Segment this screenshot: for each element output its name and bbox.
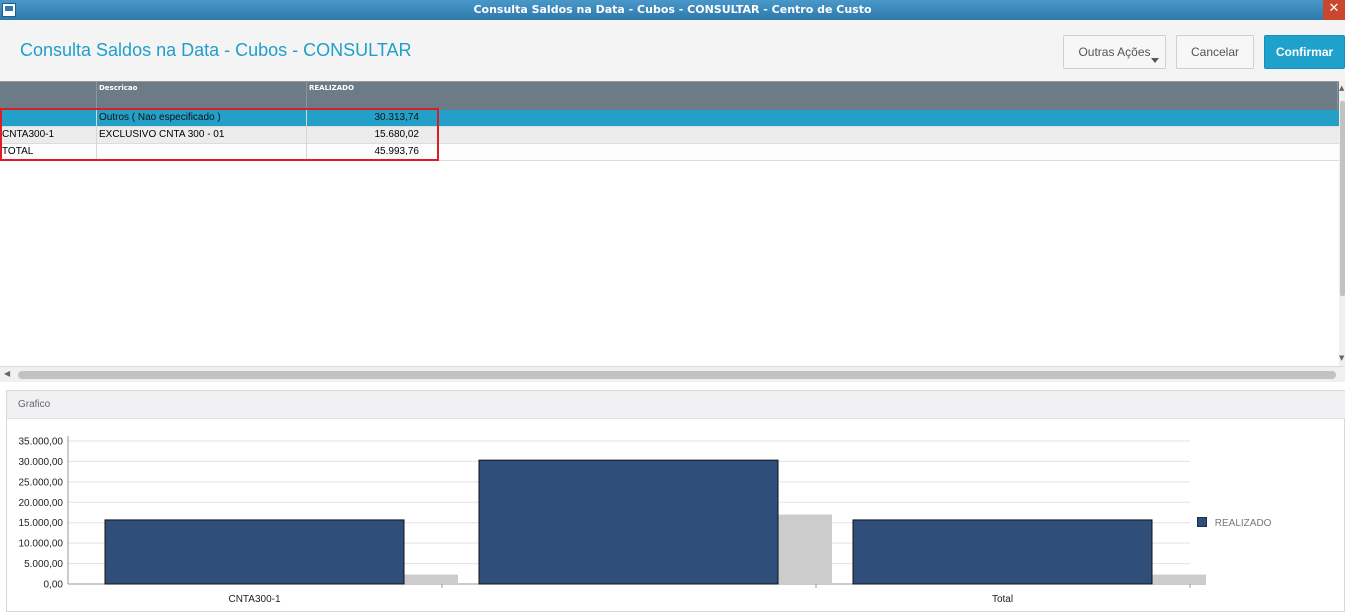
y-tick-label: 5.000,00 <box>24 559 63 570</box>
y-tick-label: 15.000,00 <box>19 518 64 529</box>
x-tick-label: CNTA300-1 <box>228 594 280 605</box>
chart-legend: REALIZADO <box>1197 517 1271 529</box>
bar-shadow <box>404 574 458 584</box>
y-tick-label: 35.000,00 <box>19 437 64 448</box>
y-tick-label: 0,00 <box>44 580 64 591</box>
bar-shadow <box>778 514 832 584</box>
bar-shadow <box>1152 574 1206 584</box>
bar <box>478 459 779 585</box>
bar-chart: 0,00 5.000,00 10.000,00 15.000,00 20.000,00 2… <box>19 436 1206 605</box>
legend-swatch <box>1197 517 1207 527</box>
bar <box>104 519 405 585</box>
y-tick-label: 30.000,00 <box>19 457 64 468</box>
y-tick-label: 25.000,00 <box>19 477 64 488</box>
x-tick-label: Total <box>992 594 1013 605</box>
legend-label: REALIZADO <box>1214 518 1272 529</box>
bar <box>852 519 1153 585</box>
y-tick-label: 20.000,00 <box>19 498 64 509</box>
y-tick-label: 10.000,00 <box>19 539 64 550</box>
